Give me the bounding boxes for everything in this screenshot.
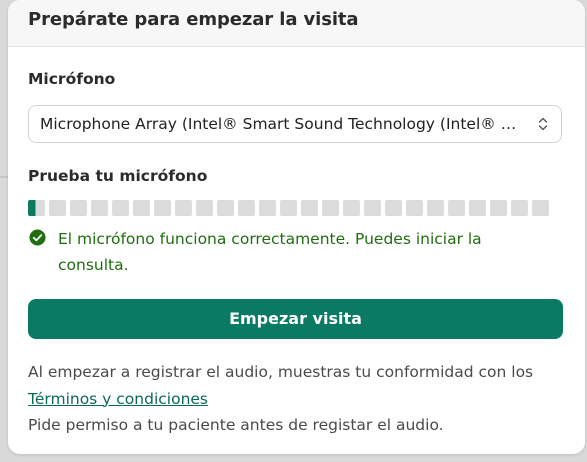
mic-level-segment [364,200,381,216]
mic-level-segment [511,200,528,216]
dialog-header: Prepárate para empezar la visita [8,0,585,47]
mic-level-segment [49,200,66,216]
mic-status-message: El micrófono funciona correctamente. Pue… [28,228,548,278]
start-visit-dialog: Prepárate para empezar la visita Micrófo… [8,0,585,454]
mic-test-label: Prueba tu micrófono [28,167,208,185]
mic-level-meter [28,200,549,216]
mic-level-segment [406,200,423,216]
mic-level-segment [196,200,213,216]
permission-note: Pide permiso a tu paciente antes de regi… [28,416,444,434]
mic-level-segment [532,200,549,216]
mic-level-segment [343,200,360,216]
mic-level-segment [154,200,171,216]
mic-level-segment [28,200,45,216]
mic-level-segment [469,200,486,216]
mic-level-segment [301,200,318,216]
mic-level-segment [280,200,297,216]
mic-level-segment [217,200,234,216]
microphone-label: Micrófono [28,70,116,88]
mic-level-segment [238,200,255,216]
mic-status-text: El micrófono funciona correctamente. Pue… [58,230,482,274]
mic-level-segment [70,200,87,216]
chevron-up-down-icon [538,117,548,131]
mic-level-segment [385,200,402,216]
mic-level-segment [112,200,129,216]
mic-level-segment [259,200,276,216]
consent-footer: Al empezar a registrar el audio, muestra… [28,359,568,439]
dialog-title: Prepárate para empezar la visita [28,9,359,30]
microphone-select[interactable]: Microphone Array (Intel® Smart Sound Tec… [28,105,562,143]
terms-link[interactable]: Términos y condiciones [28,390,208,408]
mic-level-segment [133,200,150,216]
mic-level-segment [91,200,108,216]
mic-level-segment [490,200,507,216]
mic-level-segment [322,200,339,216]
consent-text: Al empezar a registrar el audio, muestra… [28,363,534,381]
check-circle-icon [29,229,46,246]
mic-level-segment [427,200,444,216]
mic-level-segment [448,200,465,216]
mic-level-segment [175,200,192,216]
microphone-select-value: Microphone Array (Intel® Smart Sound Tec… [40,115,520,133]
start-visit-button[interactable]: Empezar visita [28,299,563,339]
